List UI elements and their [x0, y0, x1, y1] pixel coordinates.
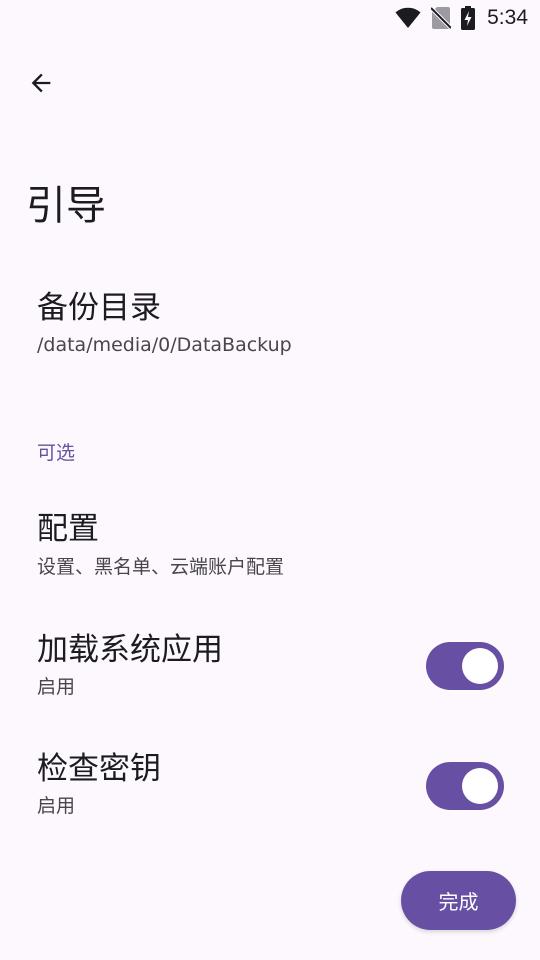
status-icons: 5:34 — [395, 5, 528, 31]
back-button[interactable] — [16, 60, 66, 110]
pref-summary: 启用 — [37, 676, 76, 698]
done-button[interactable]: 完成 — [401, 871, 516, 930]
arrow-back-icon — [27, 69, 55, 101]
pref-summary: /data/media/0/DataBackup — [37, 334, 292, 356]
category-optional: 可选 — [37, 442, 76, 464]
pref-load-system-apps[interactable]: 加载系统应用 启用 — [0, 615, 540, 715]
pref-title: 检查密钥 — [37, 751, 161, 787]
check-keys-toggle[interactable] — [426, 762, 504, 810]
load-system-apps-toggle[interactable] — [426, 642, 504, 690]
battery-charging-icon — [461, 6, 476, 30]
pref-check-keys[interactable]: 检查密钥 启用 — [0, 735, 540, 835]
pref-summary: 设置、黑名单、云端账户配置 — [37, 556, 285, 578]
status-time: 5:34 — [487, 6, 528, 29]
no-sim-icon — [431, 6, 452, 30]
page-title: 引导 — [26, 183, 106, 229]
pref-backup-directory[interactable]: 备份目录 /data/media/0/DataBackup — [0, 270, 540, 380]
pref-title: 加载系统应用 — [37, 632, 223, 668]
pref-config[interactable]: 配置 设置、黑名单、云端账户配置 — [0, 495, 540, 595]
toggle-thumb — [462, 768, 498, 804]
pref-summary: 启用 — [37, 795, 76, 817]
status-bar: 5:34 — [0, 0, 540, 36]
wifi-icon — [395, 7, 421, 29]
toggle-thumb — [462, 648, 498, 684]
pref-title: 备份目录 — [37, 290, 161, 326]
pref-title: 配置 — [37, 511, 99, 547]
